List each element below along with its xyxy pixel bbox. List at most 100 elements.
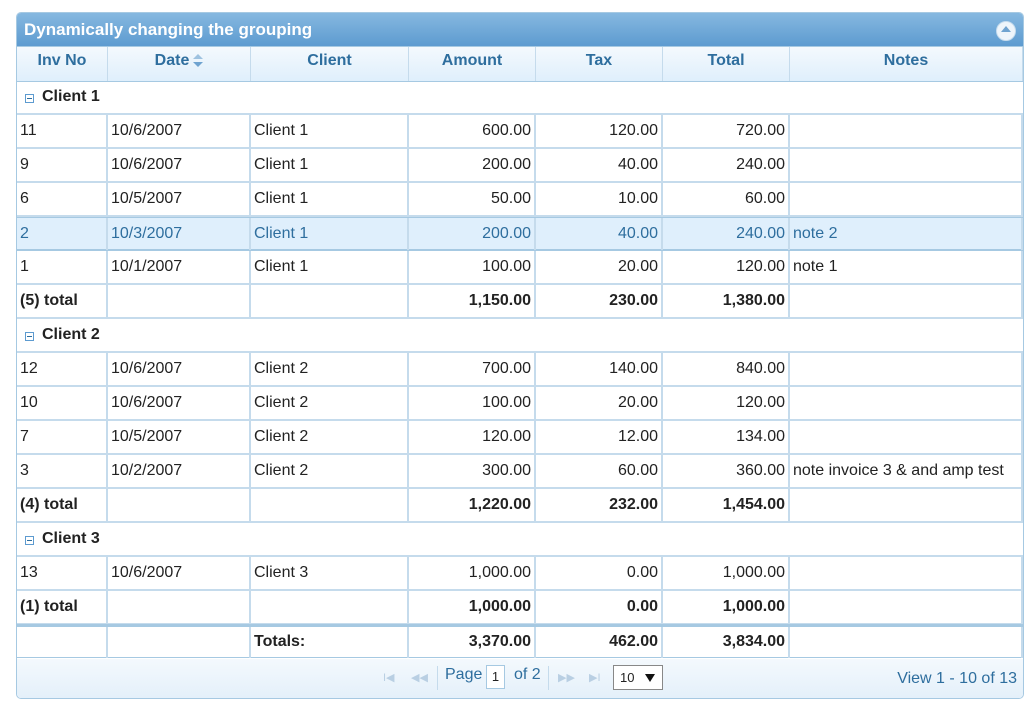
page-count-label: of 2 — [514, 666, 541, 683]
collapse-group-icon[interactable] — [25, 536, 34, 545]
cell-total: 1,380.00 — [663, 285, 790, 317]
cell-amount: 1,150.00 — [409, 285, 536, 317]
header-label: Inv No — [37, 52, 87, 69]
cell-tax: 232.00 — [536, 489, 663, 521]
header-label: Client — [307, 52, 352, 69]
cell-inv-no: (5) total — [17, 285, 108, 317]
header-notes[interactable]: Notes — [790, 47, 1023, 81]
cell-date: 10/3/2007 — [108, 218, 251, 250]
header-label: Tax — [585, 52, 613, 69]
column-header-row: Inv No Date Client Amount Tax Total Notes — [17, 46, 1023, 82]
cell-amount: 700.00 — [409, 353, 536, 385]
table-row[interactable]: 13 10/6/2007 Client 3 1,000.00 0.00 1,000.00 — [17, 557, 1023, 591]
cell-amount: 1,000.00 — [409, 557, 536, 589]
table-row[interactable]: 2 10/3/2007 Client 1 200.00 40.00 240.00 note … — [17, 217, 1023, 251]
header-client[interactable]: Client — [251, 47, 409, 81]
cell-notes — [790, 387, 1023, 419]
cell-total: 134.00 — [663, 421, 790, 453]
cell-inv-no: 9 — [17, 149, 108, 181]
group-summary-row: (1) total 1,000.00 0.00 1,000.00 — [17, 591, 1023, 625]
group-header-row[interactable]: Client 2 — [17, 319, 1023, 353]
header-date[interactable]: Date — [108, 47, 251, 81]
cell-tax: 120.00 — [536, 115, 663, 147]
cell-notes — [790, 489, 1023, 521]
header-total[interactable]: Total — [663, 47, 790, 81]
cell-tax: 140.00 — [536, 353, 663, 385]
cell-amount: 200.00 — [409, 218, 536, 250]
next-page-icon[interactable]: ▶▶ — [558, 672, 576, 684]
cell-total: 60.00 — [663, 183, 790, 215]
cell-tax: 20.00 — [536, 387, 663, 419]
rows-per-page-select[interactable]: 10 — [613, 665, 663, 690]
cell-client: Client 3 — [251, 557, 409, 589]
cell-inv-no: 10 — [17, 387, 108, 419]
cell-tax: 230.00 — [536, 285, 663, 317]
group-summary-row: (5) total 1,150.00 230.00 1,380.00 — [17, 285, 1023, 319]
cell-tax: 20.00 — [536, 251, 663, 283]
cell-amount: 50.00 — [409, 183, 536, 215]
table-row[interactable]: 7 10/5/2007 Client 2 120.00 12.00 134.00 — [17, 421, 1023, 455]
cell-notes — [790, 183, 1023, 215]
cell-date: 10/6/2007 — [108, 149, 251, 181]
cell-date: 10/6/2007 — [108, 557, 251, 589]
cell-inv-no: 2 — [17, 218, 108, 250]
cell-client — [251, 285, 409, 317]
table-row[interactable]: 1 10/1/2007 Client 1 100.00 20.00 120.00 note … — [17, 251, 1023, 285]
cell-amount: 100.00 — [409, 251, 536, 283]
cell-total: 1,000.00 — [663, 591, 790, 623]
cell-client: Client 1 — [251, 251, 409, 283]
view-records-text: View 1 - 10 of 13 — [897, 670, 1017, 687]
collapse-grid-icon[interactable] — [996, 21, 1016, 41]
total-tax: 462.00 — [536, 627, 663, 658]
first-page-icon[interactable]: I◀ — [383, 672, 397, 684]
header-amount[interactable]: Amount — [409, 47, 536, 81]
total-notes — [790, 627, 1023, 658]
cell-amount: 200.00 — [409, 149, 536, 181]
table-row[interactable]: 3 10/2/2007 Client 2 300.00 60.00 360.00 note … — [17, 455, 1023, 489]
group-header-row[interactable]: Client 1 — [17, 81, 1023, 115]
collapse-group-icon[interactable] — [25, 94, 34, 103]
rows-per-page-value: 10 — [620, 670, 635, 685]
cell-inv-no: 6 — [17, 183, 108, 215]
cell-client: Client 1 — [251, 149, 409, 181]
page-number-input[interactable]: 1 — [486, 665, 505, 689]
group-header-row[interactable]: Client 3 — [17, 523, 1023, 557]
cell-total: 120.00 — [663, 387, 790, 419]
sort-icon[interactable] — [193, 53, 204, 68]
cell-notes — [790, 557, 1023, 589]
total-amount: 3,370.00 — [409, 627, 536, 658]
cell-notes — [790, 149, 1023, 181]
cell-notes: note 2 — [790, 218, 1023, 250]
total-client: Totals: — [251, 627, 409, 658]
prev-page-icon[interactable]: ◀◀ — [411, 672, 428, 684]
cell-inv-no: 13 — [17, 557, 108, 589]
cell-total: 720.00 — [663, 115, 790, 147]
table-row[interactable]: 6 10/5/2007 Client 1 50.00 10.00 60.00 — [17, 183, 1023, 217]
cell-tax: 60.00 — [536, 455, 663, 487]
header-inv-no[interactable]: Inv No — [17, 47, 108, 81]
table-row[interactable]: 11 10/6/2007 Client 1 600.00 120.00 720.00 — [17, 115, 1023, 149]
pager: I◀ ◀◀ Page 1 of 2 ▶▶ ▶I 10 View 1 - 10 o… — [17, 659, 1023, 698]
cell-notes — [790, 285, 1023, 317]
cell-date — [108, 285, 251, 317]
cell-date: 10/5/2007 — [108, 421, 251, 453]
header-tax[interactable]: Tax — [536, 47, 663, 81]
cell-notes: note 1 — [790, 251, 1023, 283]
cell-notes — [790, 421, 1023, 453]
cell-inv-no: 3 — [17, 455, 108, 487]
table-row[interactable]: 10 10/6/2007 Client 2 100.00 20.00 120.00 — [17, 387, 1023, 421]
table-row[interactable]: 12 10/6/2007 Client 2 700.00 140.00 840.00 — [17, 353, 1023, 387]
cell-inv-no: 1 — [17, 251, 108, 283]
totals-footer-row: Totals: 3,370.00 462.00 3,834.00 — [17, 624, 1023, 658]
cell-tax: 0.00 — [536, 557, 663, 589]
last-page-icon[interactable]: ▶I — [589, 672, 603, 684]
total-total: 3,834.00 — [663, 627, 790, 658]
table-row[interactable]: 9 10/6/2007 Client 1 200.00 40.00 240.00 — [17, 149, 1023, 183]
grid-caption: Dynamically changing the grouping — [17, 13, 1023, 46]
collapse-group-icon[interactable] — [25, 332, 34, 341]
cell-total: 840.00 — [663, 353, 790, 385]
cell-client — [251, 591, 409, 623]
cell-client: Client 2 — [251, 353, 409, 385]
cell-total: 240.00 — [663, 149, 790, 181]
cell-amount: 1,220.00 — [409, 489, 536, 521]
